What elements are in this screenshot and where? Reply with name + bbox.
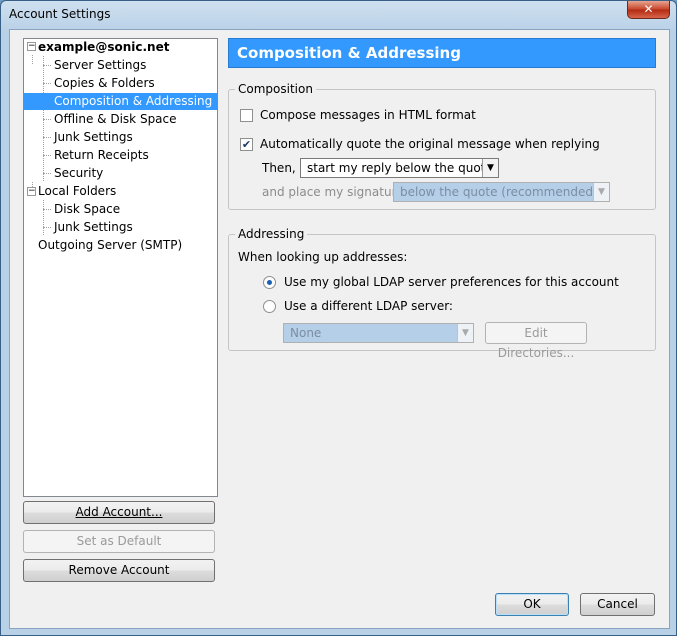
set-default-button[interactable]: Set as Default [23,530,215,553]
tree-line [43,119,51,120]
tree-line [43,137,51,138]
signature-position-select[interactable]: below the quote (recommended) ▼ [393,182,610,202]
tree-item-copies-folders[interactable]: Copies & Folders [51,75,158,92]
html-format-checkbox[interactable] [240,109,253,122]
ldap-server-value: None [290,326,322,340]
tree-item-account[interactable]: example@sonic.net [35,39,172,56]
radio-selected-dot [267,280,272,285]
close-icon[interactable]: ✕ [627,1,670,19]
ldap-server-select[interactable]: None ▼ [283,323,474,343]
then-label: Then, [262,161,296,175]
tree-item-composition-addressing[interactable]: Composition & Addressing [24,93,217,110]
composition-group: Composition Compose messages in HTML for… [228,82,656,210]
tree-line [32,55,33,64]
addressing-legend: Addressing [235,227,308,241]
global-ldap-label[interactable]: Use my global LDAP server preferences fo… [284,275,619,289]
reply-position-select[interactable]: start my reply below the quote ▼ [300,158,499,178]
different-ldap-radio[interactable] [263,300,276,313]
chevron-down-icon: ▼ [457,324,473,342]
reply-position-value: start my reply below the quote [307,161,493,175]
tree-item-server-settings[interactable]: Server Settings [51,57,149,74]
page-title: Composition & Addressing [228,38,656,68]
account-tree[interactable]: − example@sonic.net Server Settings Copi… [23,38,218,497]
tree-line [43,200,44,235]
tree-line [43,65,51,66]
dialog-body: − example@sonic.net Server Settings Copi… [9,29,670,629]
account-settings-window: Account Settings ✕ − example@sonic.net S… [0,0,677,636]
title-bar[interactable]: Account Settings ✕ [1,1,676,29]
cancel-button[interactable]: Cancel [580,593,655,616]
chevron-down-icon: ▼ [482,159,498,177]
addressing-group: Addressing When looking up addresses: Us… [228,227,656,360]
tree-line [43,227,51,228]
ok-button[interactable]: OK [495,593,569,616]
tree-item-security[interactable]: Security [51,165,106,182]
remove-account-label: Remove Account [68,563,170,577]
add-account-button[interactable]: Add Account... [23,501,215,524]
tree-item-disk-space[interactable]: Disk Space [51,201,123,218]
tree-item-outgoing-server[interactable]: Outgoing Server (SMTP) [35,237,185,254]
tree-item-return-receipts[interactable]: Return Receipts [51,147,152,164]
remove-account-button[interactable]: Remove Account [23,559,215,582]
tree-item-local-junk-settings[interactable]: Junk Settings [51,219,136,236]
tree-line [43,209,51,210]
lookup-label: When looking up addresses: [238,250,408,264]
composition-legend: Composition [235,82,316,96]
auto-quote-checkbox[interactable]: ✔ [240,138,253,151]
signature-label: and place my signature [262,185,404,199]
global-ldap-radio[interactable] [263,276,276,289]
tree-line [43,83,51,84]
tree-item-junk-settings[interactable]: Junk Settings [51,129,136,146]
tree-line [43,173,51,174]
different-ldap-label[interactable]: Use a different LDAP server: [284,299,453,313]
tree-item-local-folders[interactable]: Local Folders [35,183,119,200]
tree-line [43,155,51,156]
auto-quote-label[interactable]: Automatically quote the original message… [260,137,600,151]
add-account-label: Add Account... [75,505,163,519]
signature-position-value: below the quote (recommended) [400,185,598,199]
tree-item-offline-disk-space[interactable]: Offline & Disk Space [51,111,180,128]
chevron-down-icon: ▼ [593,183,609,201]
html-format-label[interactable]: Compose messages in HTML format [260,108,476,122]
edit-directories-button[interactable]: Edit Directories... [485,322,587,360]
window-title: Account Settings [9,7,111,21]
